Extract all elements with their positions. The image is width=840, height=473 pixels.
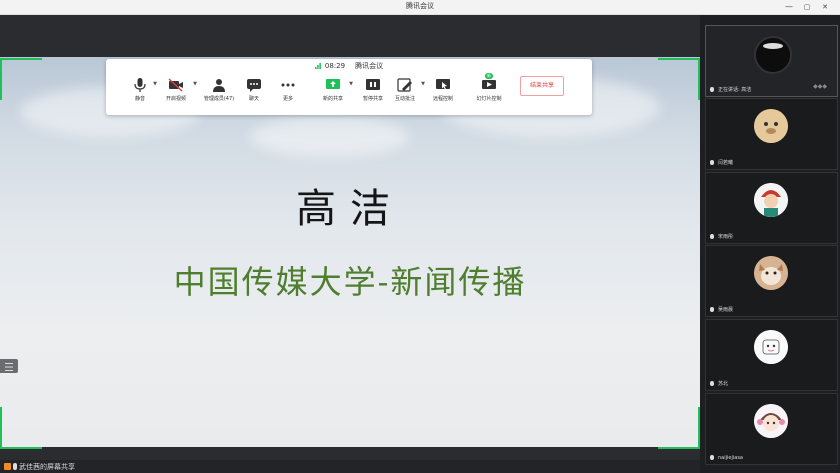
avatar — [754, 256, 788, 290]
slideshow-icon — [482, 80, 496, 89]
chevron-down-icon[interactable]: ▼ — [153, 81, 157, 87]
maximize-button[interactable]: ▢ — [800, 1, 814, 13]
avatar — [754, 109, 788, 143]
audio-waves-icon: ◆◆◆ — [813, 83, 827, 90]
chevron-down-icon[interactable]: ▼ — [421, 81, 425, 87]
slide-title: 高洁 — [296, 186, 404, 232]
side-menu-handle[interactable] — [0, 359, 18, 373]
more-button[interactable]: 更多 — [278, 78, 298, 112]
pause-icon — [366, 79, 380, 90]
participant-name: naijiejiasa — [710, 455, 743, 461]
participant-tile[interactable]: 吴雨晨 — [705, 245, 838, 317]
share-status-text: 武佳茜的屏幕共享 — [19, 463, 75, 471]
slide-control-button[interactable]: 新 幻灯片控制 — [474, 73, 504, 112]
share-status-bar: 武佳茜的屏幕共享 — [0, 460, 700, 473]
participant-name: 苏北 — [710, 380, 728, 387]
participant-name: 正在讲话: 高洁 — [710, 86, 751, 93]
meeting-app-name: 腾讯会议 — [355, 62, 384, 70]
screen-share-icon — [4, 463, 11, 470]
start-video-button[interactable]: 开启视频 ▼ — [162, 78, 197, 112]
participant-tile[interactable]: 正在讲话: 高洁 ◆◆◆ — [705, 25, 838, 97]
participant-name: 吴雨晨 — [710, 306, 733, 313]
meeting-toolbar: 08:29 腾讯会议 静音 ▼ 开启视频 ▼ 管理成员(47) 聊天 更多 新的共… — [106, 59, 592, 115]
avatar — [754, 404, 788, 438]
participant-tile[interactable]: 闫若曦 — [705, 98, 838, 170]
video-off-icon — [168, 78, 183, 92]
participant-tile[interactable]: 宋雨彤 — [705, 172, 838, 244]
participant-tile[interactable]: naijiejiasa — [705, 393, 838, 465]
annotate-icon — [397, 78, 412, 92]
remote-control-button[interactable]: 远程控制 — [430, 78, 456, 112]
close-button[interactable]: ✕ — [818, 1, 832, 13]
members-icon — [213, 79, 225, 92]
chat-icon — [247, 79, 261, 92]
window-title: 腾讯会议 — [406, 2, 434, 10]
new-badge: 新 — [485, 73, 493, 79]
participant-name: 宋雨彤 — [710, 233, 733, 240]
microphone-icon — [13, 463, 17, 470]
participant-panel: 正在讲话: 高洁 ◆◆◆ 闫若曦 宋雨彤 吴雨晨 苏北 naijiejiasa — [700, 15, 840, 473]
remote-control-icon — [436, 79, 450, 90]
chat-button[interactable]: 聊天 — [244, 78, 264, 112]
share-screen-icon — [326, 79, 340, 89]
meeting-info: 08:29 腾讯会议 — [106, 61, 592, 71]
chevron-down-icon[interactable]: ▼ — [349, 81, 353, 87]
chevron-down-icon[interactable]: ▼ — [193, 81, 197, 87]
pause-share-button[interactable]: 暂停共享 — [360, 78, 386, 112]
manage-members-button[interactable]: 管理成员(47) — [202, 78, 236, 112]
meeting-time: 08:29 — [324, 62, 346, 70]
share-frame-corner — [658, 58, 700, 100]
minimize-button[interactable]: — — [782, 1, 796, 13]
list-icon — [5, 363, 13, 371]
window-titlebar: 腾讯会议 — ▢ ✕ — [0, 0, 840, 15]
shared-screen-area: 高洁 中国传媒大学-新闻传播 08:29 腾讯会议 静音 ▼ 开启视频 ▼ 管理成… — [0, 15, 700, 460]
presentation-slide: 高洁 中国传媒大学-新闻传播 — [0, 57, 700, 447]
annotate-button[interactable]: 互动批注 ▼ — [392, 78, 425, 112]
avatar — [754, 330, 788, 364]
participant-tile[interactable]: 苏北 — [705, 319, 838, 391]
avatar — [754, 36, 792, 74]
slide-subtitle: 中国传媒大学-新闻传播 — [173, 263, 527, 301]
participant-name: 闫若曦 — [710, 159, 733, 166]
end-share-button[interactable]: 结束共享 — [520, 76, 564, 96]
more-icon — [281, 83, 295, 87]
microphone-icon — [134, 78, 146, 92]
avatar — [754, 183, 788, 217]
share-frame-corner — [0, 58, 42, 100]
signal-icon — [314, 63, 321, 69]
share-frame-corner — [658, 407, 700, 449]
new-share-button[interactable]: 新的共享 ▼ — [320, 78, 353, 112]
share-frame-corner — [0, 407, 42, 449]
mute-button[interactable]: 静音 ▼ — [130, 78, 157, 112]
